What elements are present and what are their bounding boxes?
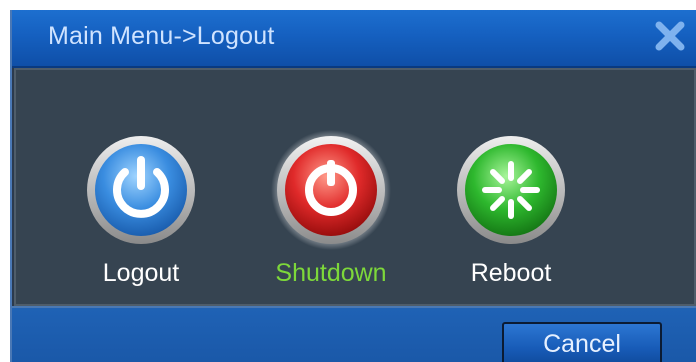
reboot-button[interactable]: Reboot — [436, 134, 586, 294]
title-bar: Main Menu->Logout — [12, 10, 696, 68]
logout-dialog: Main Menu->Logout Logout Shutdown Reboot… — [10, 10, 696, 362]
cancel-button[interactable]: Cancel — [502, 322, 662, 362]
close-icon[interactable] — [652, 18, 688, 54]
reboot-icon — [457, 136, 565, 244]
shutdown-icon — [271, 130, 391, 250]
footer-bar: Cancel — [12, 306, 696, 362]
shutdown-button[interactable]: Shutdown — [256, 130, 406, 294]
action-panel: Logout Shutdown Reboot — [14, 68, 696, 306]
power-icon — [87, 136, 195, 244]
reboot-label: Reboot — [470, 259, 552, 287]
logout-button[interactable]: Logout — [66, 134, 216, 294]
shutdown-label: Shutdown — [275, 259, 387, 287]
window-title: Main Menu->Logout — [48, 22, 275, 50]
logout-label: Logout — [102, 259, 180, 287]
